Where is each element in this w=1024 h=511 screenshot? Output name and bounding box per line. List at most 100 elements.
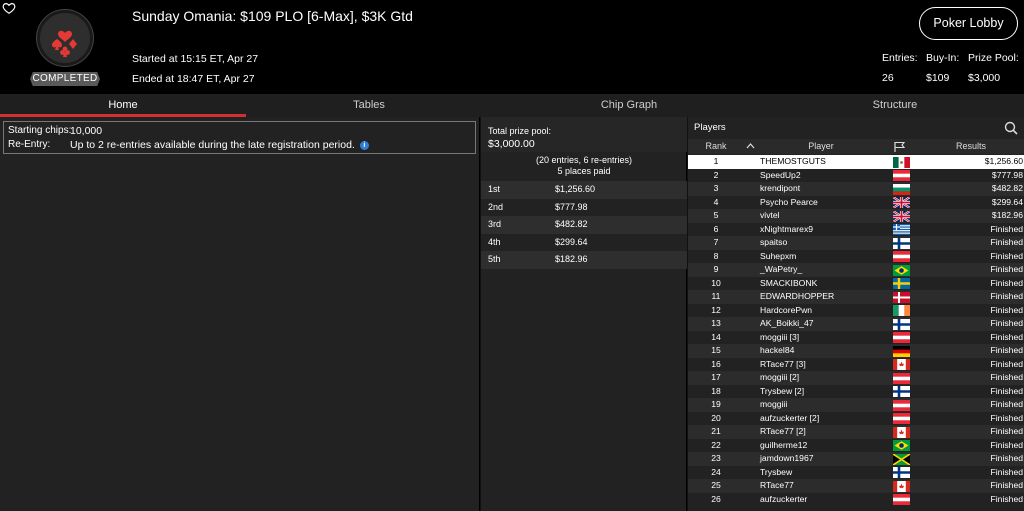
results-column-header[interactable]: Results <box>920 139 1022 154</box>
player-row[interactable]: 3 krendipont $482.82 <box>688 182 1024 196</box>
player-result: Finished <box>990 466 1023 477</box>
player-name: HardcorePwn <box>760 304 813 315</box>
canada-flag-icon <box>893 480 910 492</box>
player-rank: 8 <box>713 250 719 261</box>
player-name: THEMOSTGUTS <box>760 156 826 166</box>
player-row[interactable]: 22 guilherme12 Finished <box>688 438 1024 452</box>
player-name: vivtel <box>760 210 780 220</box>
tournament-header: COMPLETED Sunday Omania: $109 PLO [6-Max… <box>0 0 1024 94</box>
tab-tables[interactable]: Tables <box>246 94 492 117</box>
player-column-header[interactable]: Player <box>758 139 884 154</box>
player-row[interactable]: 1 THEMOSTGUTS $1,256.60 <box>688 155 1024 169</box>
player-result: Finished <box>990 493 1023 504</box>
player-row[interactable]: 23 jamdown1967 Finished <box>688 452 1024 466</box>
player-name: RTace77 <box>760 480 794 490</box>
rank-column-header[interactable]: Rank <box>696 139 736 154</box>
canada-flag-icon <box>893 359 910 370</box>
finland-flag-icon <box>893 318 910 330</box>
finland-flag-icon <box>893 386 910 397</box>
player-row[interactable]: 7 spaitso Finished <box>688 236 1024 250</box>
player-rank: 22 <box>711 439 721 450</box>
player-name: spaitso <box>760 237 788 247</box>
player-name: aufzuckerter [2] <box>760 412 820 423</box>
payout-row: 3rd $482.82 <box>481 216 687 234</box>
player-rank: 1 <box>713 156 719 166</box>
player-rank: 5 <box>713 210 719 220</box>
status-label: COMPLETED <box>30 72 100 86</box>
player-row[interactable]: 19 moggiii Finished <box>688 398 1024 412</box>
player-result: Finished <box>990 385 1023 396</box>
prize-pool-title: Total prize pool: <box>488 126 552 136</box>
prize-pool-total: $3,000.00 <box>488 138 535 150</box>
player-row[interactable]: 18 Trysbew [2] Finished <box>688 384 1024 398</box>
buyin-value: $109 <box>926 72 950 84</box>
player-name: SpeedUp2 <box>760 169 801 180</box>
player-row[interactable]: 5 vivtel $182.96 <box>688 209 1024 223</box>
tournament-title: Sunday Omania: $109 PLO [6-Max], $3K Gtd <box>132 8 413 24</box>
places-paid-note: 5 places paid <box>557 166 611 176</box>
jamaica-flag-icon <box>892 452 911 466</box>
entries-note: (20 entries, 6 re-entries) <box>535 155 633 165</box>
austria-flag-icon <box>893 372 910 384</box>
player-result: Finished <box>990 331 1023 342</box>
info-icon[interactable]: i <box>359 140 369 150</box>
search-icon[interactable] <box>1004 121 1018 135</box>
mexico-flag-icon <box>893 156 911 168</box>
player-row[interactable]: 2 SpeedUp2 $777.98 <box>688 168 1024 182</box>
player-row[interactable]: 15 hackel84 Finished <box>688 344 1024 358</box>
tab-home[interactable]: Home <box>0 94 246 117</box>
payout-position: 3rd <box>488 219 502 229</box>
reentry-label: Re-Entry: <box>8 139 51 150</box>
poker-logo-icon <box>37 10 93 66</box>
tournament-info-box: Starting chips: 10,000 Re-Entry: Up to 2… <box>3 121 476 154</box>
player-result: $482.82 <box>991 183 1023 193</box>
player-row[interactable]: 12 HardcorePwn Finished <box>688 303 1024 317</box>
player-name: Trysbew <box>760 466 793 477</box>
player-result: Finished <box>990 399 1023 409</box>
austria-flag-icon <box>893 413 910 425</box>
player-row[interactable]: 10 SMACKIBONK Finished <box>688 276 1024 290</box>
poker-lobby-button[interactable]: Poker Lobby <box>919 7 1018 40</box>
player-row[interactable]: 20 aufzuckerter [2] Finished <box>688 411 1024 425</box>
player-row[interactable]: 13 AK_Boikki_47 Finished <box>688 317 1024 331</box>
player-row[interactable]: 9 _WaPetry_ Finished <box>688 263 1024 277</box>
player-row[interactable]: 4 Psycho Pearce $299.64 <box>688 195 1024 209</box>
country-flag-column-icon[interactable] <box>893 141 907 152</box>
player-result: Finished <box>990 250 1023 261</box>
payout-position: 5th <box>488 254 501 264</box>
payout-row: 5th $182.96 <box>481 251 687 269</box>
player-row[interactable]: 11 EDWARDHOPPER Finished <box>688 290 1024 304</box>
brazil-flag-icon <box>893 440 910 451</box>
player-name: moggiii [2] <box>760 372 800 382</box>
player-rank: 26 <box>711 493 721 504</box>
payout-position: 1st <box>488 184 501 194</box>
player-row[interactable]: 16 RTace77 [3] Finished <box>688 357 1024 371</box>
player-row[interactable]: 6 xNightmarex9 Finished <box>688 222 1024 236</box>
player-rank: 4 <box>713 196 719 207</box>
player-result: Finished <box>990 264 1023 274</box>
prize-header: Total prize pool: $3,000.00 <box>481 117 687 152</box>
player-name: jamdown1967 <box>760 453 814 463</box>
payout-amount: $299.64 <box>555 236 588 247</box>
prize-pool-value: $3,000 <box>968 72 1001 84</box>
player-result: $777.98 <box>991 169 1023 180</box>
players-table-body: 1 THEMOSTGUTS $1,256.60 2 SpeedUp2 $777.98 3 kr… <box>688 155 1024 506</box>
player-rank: 25 <box>711 480 721 490</box>
player-row[interactable]: 24 Trysbew Finished <box>688 465 1024 479</box>
payout-amount: $777.98 <box>555 201 588 212</box>
player-row[interactable]: 26 aufzuckerter Finished <box>688 492 1024 506</box>
tab-chip-graph[interactable]: Chip Graph <box>492 94 766 117</box>
brazil-flag-icon <box>893 264 910 276</box>
uk-flag-icon <box>892 196 911 209</box>
austria-flag-icon <box>893 251 910 263</box>
favorite-heart-icon[interactable] <box>2 1 16 15</box>
player-row[interactable]: 17 moggiii [2] Finished <box>688 371 1024 385</box>
player-name: RTace77 [3] <box>760 358 806 369</box>
player-row[interactable]: 25 RTace77 Finished <box>688 479 1024 493</box>
player-rank: 18 <box>711 385 721 396</box>
tab-structure[interactable]: Structure <box>766 94 1024 117</box>
player-row[interactable]: 21 RTace77 [2] Finished <box>688 425 1024 439</box>
greece-flag-icon <box>893 224 910 236</box>
player-row[interactable]: 14 moggiii [3] Finished <box>688 330 1024 344</box>
player-row[interactable]: 8 Suhepxm Finished <box>688 249 1024 263</box>
